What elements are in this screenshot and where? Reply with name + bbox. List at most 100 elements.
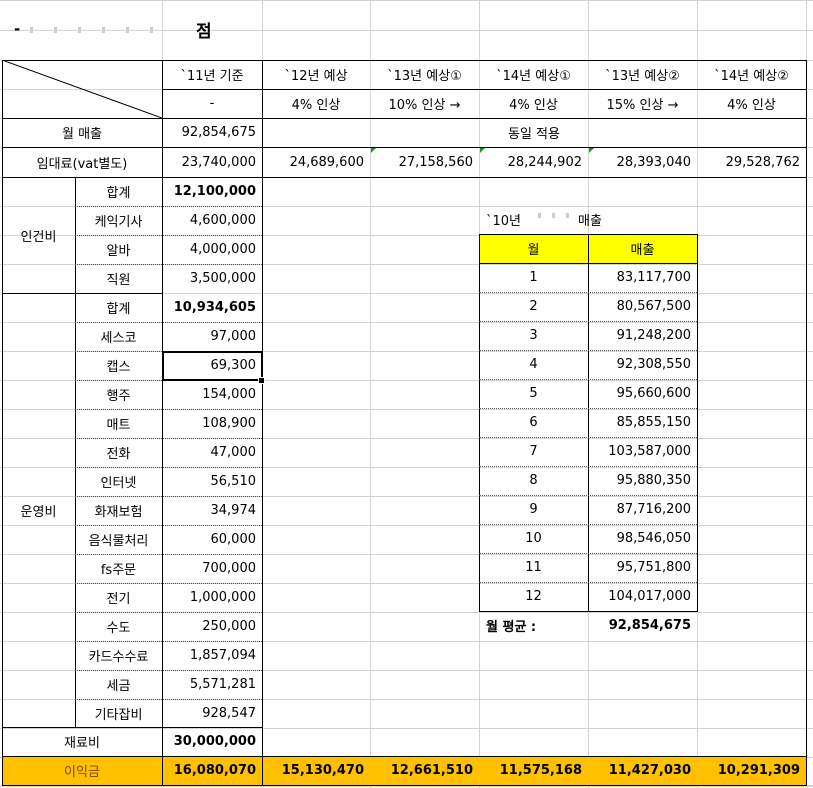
sales-amount[interactable]: 95,660,600 bbox=[588, 379, 697, 408]
labor-item-value[interactable]: 12,100,000 bbox=[162, 177, 262, 206]
operating-item-name[interactable]: 세금 bbox=[75, 670, 162, 699]
profit-value-2[interactable]: 12,661,510 bbox=[370, 756, 479, 785]
sales-average-value[interactable]: 92,854,675 bbox=[588, 611, 697, 640]
rent-base[interactable]: 23,740,000 bbox=[162, 147, 262, 177]
rent-value-5[interactable]: 29,528,762 bbox=[697, 147, 806, 177]
sales-month[interactable]: 8 bbox=[479, 466, 588, 495]
operating-item-value[interactable]: 700,000 bbox=[162, 554, 262, 583]
operating-item-value[interactable]: 1,857,094 bbox=[162, 641, 262, 670]
header-scenario-1[interactable]: `12년 예상 bbox=[262, 60, 370, 89]
operating-item-value[interactable]: 34,974 bbox=[162, 496, 262, 525]
operating-item-name[interactable]: 세스코 bbox=[75, 322, 162, 351]
sales-amount[interactable]: 91,248,200 bbox=[588, 321, 697, 350]
header-scenario-2[interactable]: `13년 예상① bbox=[370, 60, 479, 89]
operating-item-name[interactable]: 화재보험 bbox=[75, 496, 162, 525]
header-scenario-3[interactable]: `14년 예상① bbox=[479, 60, 588, 89]
operating-item-value[interactable]: 47,000 bbox=[162, 438, 262, 467]
sales-average-label[interactable]: 월 평균 : bbox=[480, 611, 588, 640]
operating-item-name[interactable]: 합계 bbox=[75, 293, 162, 322]
sales-header-month[interactable]: 월 bbox=[479, 234, 588, 263]
operating-item-name[interactable]: 인터넷 bbox=[75, 467, 162, 496]
labor-item-name[interactable]: 합계 bbox=[75, 177, 162, 206]
monthly-sales-label[interactable]: 월 매출 bbox=[2, 118, 162, 147]
sales-amount[interactable]: 95,751,800 bbox=[588, 553, 697, 582]
labor-item-name[interactable]: 알바 bbox=[75, 235, 162, 264]
profit-value-4[interactable]: 11,427,030 bbox=[588, 756, 697, 785]
labor-item-name[interactable]: 케익기사 bbox=[75, 206, 162, 235]
monthly-sales-note[interactable]: 동일 적용 bbox=[262, 118, 806, 147]
operating-item-name[interactable]: 수도 bbox=[75, 612, 162, 641]
sales-month[interactable]: 7 bbox=[479, 437, 588, 466]
rent-value-3[interactable]: 28,244,902 bbox=[479, 147, 588, 177]
profit-value-1[interactable]: 15,130,470 bbox=[262, 756, 370, 785]
operating-item-name[interactable]: fs주문 bbox=[75, 554, 162, 583]
operating-item-name[interactable]: 기타잡비 bbox=[75, 699, 162, 728]
sales-amount[interactable]: 92,308,550 bbox=[588, 350, 697, 379]
rent-value-1[interactable]: 24,689,600 bbox=[262, 147, 370, 177]
header-base-rate[interactable]: - bbox=[162, 89, 262, 118]
sales-amount[interactable]: 98,546,050 bbox=[588, 524, 697, 553]
profit-value-3[interactable]: 11,575,168 bbox=[479, 756, 588, 785]
sales-amount[interactable]: 83,117,700 bbox=[588, 263, 697, 292]
sales-month[interactable]: 11 bbox=[479, 553, 588, 582]
sales-month[interactable]: 12 bbox=[479, 582, 588, 611]
active-cell-selection[interactable] bbox=[162, 351, 263, 381]
labor-item-name[interactable]: 직원 bbox=[75, 264, 162, 293]
sales-header-amount[interactable]: 매출 bbox=[588, 234, 697, 263]
labor-item-value[interactable]: 4,600,000 bbox=[162, 206, 262, 235]
sales-amount[interactable]: 103,587,000 bbox=[588, 437, 697, 466]
sales-month[interactable]: 10 bbox=[479, 524, 588, 553]
sales-month[interactable]: 2 bbox=[479, 292, 588, 321]
operating-item-value[interactable]: 1,000,000 bbox=[162, 583, 262, 612]
monthly-sales-value[interactable]: 92,854,675 bbox=[162, 118, 262, 147]
profit-label[interactable]: 이익금 bbox=[2, 756, 162, 785]
header-base[interactable]: `11년 기준 bbox=[162, 60, 262, 89]
header-rate-2[interactable]: 10% 인상 → bbox=[370, 89, 479, 118]
header-rate-3[interactable]: 4% 인상 bbox=[479, 89, 588, 118]
sales-month[interactable]: 6 bbox=[479, 408, 588, 437]
sales-amount[interactable]: 95,880,350 bbox=[588, 466, 697, 495]
operating-item-value[interactable]: 60,000 bbox=[162, 525, 262, 554]
sales-table-title-suffix[interactable]: 매출 bbox=[572, 205, 640, 234]
labor-item-value[interactable]: 4,000,000 bbox=[162, 235, 262, 264]
operating-item-name[interactable]: 전화 bbox=[75, 438, 162, 467]
operating-item-name[interactable]: 음식물처리 bbox=[75, 525, 162, 554]
materials-label[interactable]: 재료비 bbox=[2, 727, 162, 756]
operating-item-name[interactable]: 카드수수료 bbox=[75, 641, 162, 670]
operating-item-value[interactable]: 56,510 bbox=[162, 467, 262, 496]
sales-amount[interactable]: 85,855,150 bbox=[588, 408, 697, 437]
operating-item-name[interactable]: 매트 bbox=[75, 409, 162, 438]
rent-value-2[interactable]: 27,158,560 bbox=[370, 147, 479, 177]
operating-item-value[interactable]: 97,000 bbox=[162, 322, 262, 351]
sheet-title-suffix[interactable]: 점 bbox=[190, 14, 230, 44]
materials-value[interactable]: 30,000,000 bbox=[162, 727, 262, 756]
rent-value-4[interactable]: 28,393,040 bbox=[588, 147, 697, 177]
operating-item-name[interactable]: 행주 bbox=[75, 380, 162, 409]
sales-amount[interactable]: 104,017,000 bbox=[588, 582, 697, 611]
sales-amount[interactable]: 87,716,200 bbox=[588, 495, 697, 524]
header-rate-5[interactable]: 4% 인상 bbox=[697, 89, 806, 118]
header-scenario-5[interactable]: `14년 예상② bbox=[697, 60, 806, 89]
labor-group-label[interactable]: 인건비 bbox=[2, 177, 75, 293]
sales-month[interactable]: 4 bbox=[479, 350, 588, 379]
profit-base[interactable]: 16,080,070 bbox=[162, 756, 262, 785]
sales-table-title-prefix[interactable]: `10년 bbox=[480, 205, 530, 234]
sales-month[interactable]: 1 bbox=[479, 263, 588, 292]
operating-item-name[interactable]: 전기 bbox=[75, 583, 162, 612]
operating-item-value[interactable]: 5,571,281 bbox=[162, 670, 262, 699]
operating-group-label[interactable]: 운영비 bbox=[2, 293, 75, 727]
operating-item-value[interactable]: 928,547 bbox=[162, 699, 262, 728]
sales-month[interactable]: 9 bbox=[479, 495, 588, 524]
operating-item-value[interactable]: 154,000 bbox=[162, 380, 262, 409]
rent-label[interactable]: 임대료(vat별도) bbox=[2, 147, 162, 177]
sales-month[interactable]: 3 bbox=[479, 321, 588, 350]
labor-item-value[interactable]: 3,500,000 bbox=[162, 264, 262, 293]
header-rate-4[interactable]: 15% 인상 → bbox=[588, 89, 697, 118]
profit-value-5[interactable]: 10,291,309 bbox=[697, 756, 806, 785]
header-scenario-4[interactable]: `13년 예상② bbox=[588, 60, 697, 89]
operating-item-name[interactable]: 캡스 bbox=[75, 351, 162, 380]
header-rate-1[interactable]: 4% 인상 bbox=[262, 89, 370, 118]
sales-month[interactable]: 5 bbox=[479, 379, 588, 408]
sales-amount[interactable]: 80,567,500 bbox=[588, 292, 697, 321]
operating-item-value[interactable]: 10,934,605 bbox=[162, 293, 262, 322]
